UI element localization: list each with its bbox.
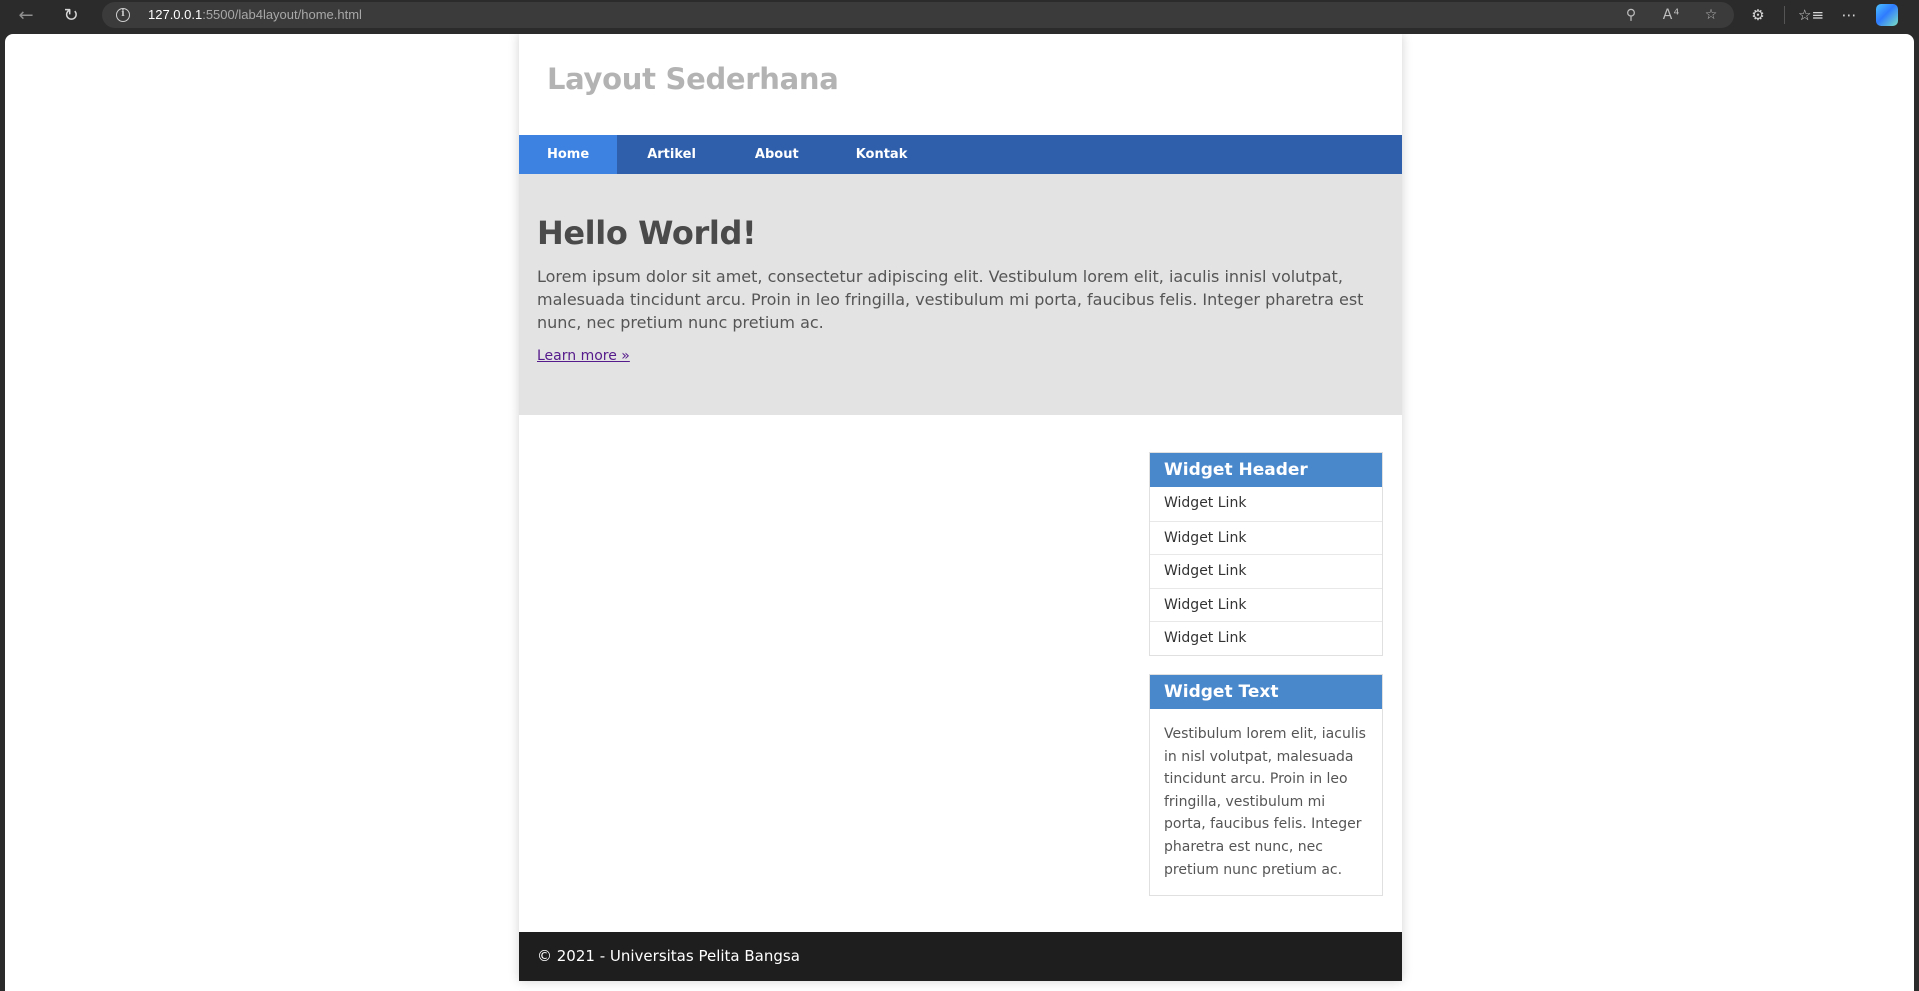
widget-link[interactable]: Widget Link <box>1150 587 1382 622</box>
site-header: Layout Sederhana <box>519 34 1402 135</box>
widget-link-list: Widget Link Widget Link Widget Link Widg… <box>1150 487 1382 655</box>
favorites-icon[interactable]: ☆≡ <box>1798 3 1824 27</box>
widget-header-title: Widget Header <box>1150 453 1382 487</box>
read-aloud-icon[interactable]: A ⁴ <box>1660 5 1682 25</box>
page-viewport: Layout Sederhana Home Artikel About Kont… <box>5 34 1914 991</box>
widget-link[interactable]: Widget Link <box>1150 554 1382 588</box>
back-arrow-icon[interactable]: ← <box>14 3 38 27</box>
more-options-icon[interactable]: ⋯ <box>1837 3 1861 27</box>
footer-copyright: © 2021 - Universitas Pelita Bangsa <box>537 947 800 965</box>
url-path: :5500/lab4layout/home.html <box>202 7 362 22</box>
widget-link[interactable]: Widget Link <box>1150 621 1382 655</box>
learn-more-link[interactable]: Learn more » <box>537 348 630 364</box>
widget-text: Widget Text Vestibulum lorem elit, iacul… <box>1149 674 1383 897</box>
extensions-icon[interactable]: ⚙ <box>1746 3 1770 27</box>
browser-toolbar: ← ↻ i 127.0.0.1:5500/lab4layout/home.htm… <box>0 0 1919 30</box>
site-info-icon[interactable]: i <box>116 8 130 22</box>
refresh-icon[interactable]: ↻ <box>59 3 83 27</box>
toolbar-divider <box>1784 6 1785 24</box>
site-footer: © 2021 - Universitas Pelita Bangsa <box>519 932 1402 981</box>
main-nav: Home Artikel About Kontak <box>519 135 1402 174</box>
site-title: Layout Sederhana <box>547 62 839 96</box>
zoom-out-icon[interactable]: ⚲ <box>1620 5 1642 25</box>
favorite-star-icon[interactable]: ☆ <box>1700 5 1722 25</box>
nav-home[interactable]: Home <box>519 135 618 174</box>
url-host: 127.0.0.1 <box>148 7 203 22</box>
nav-kontak[interactable]: Kontak <box>828 135 936 174</box>
hero-section: Hello World! Lorem ipsum dolor sit amet,… <box>519 174 1402 415</box>
page-container: Layout Sederhana Home Artikel About Kont… <box>519 34 1402 981</box>
widget-links: Widget Header Widget Link Widget Link Wi… <box>1149 452 1383 656</box>
widget-link[interactable]: Widget Link <box>1150 487 1382 521</box>
hero-title: Hello World! <box>537 214 757 252</box>
widget-text-body: Vestibulum lorem elit, iaculis in nisl v… <box>1164 726 1366 878</box>
content-area: Widget Header Widget Link Widget Link Wi… <box>519 415 1402 933</box>
nav-about[interactable]: About <box>726 135 828 174</box>
widget-link[interactable]: Widget Link <box>1150 520 1382 555</box>
copilot-icon[interactable] <box>1875 3 1899 27</box>
nav-artikel[interactable]: Artikel <box>617 135 726 174</box>
address-bar[interactable]: i 127.0.0.1:5500/lab4layout/home.html ⚲ … <box>102 2 1734 28</box>
hero-text: Lorem ipsum dolor sit amet, consectetur … <box>537 267 1364 332</box>
url-text[interactable]: 127.0.0.1:5500/lab4layout/home.html <box>148 7 362 22</box>
copilot-logo <box>1876 4 1898 26</box>
widget-text-title: Widget Text <box>1150 675 1382 709</box>
